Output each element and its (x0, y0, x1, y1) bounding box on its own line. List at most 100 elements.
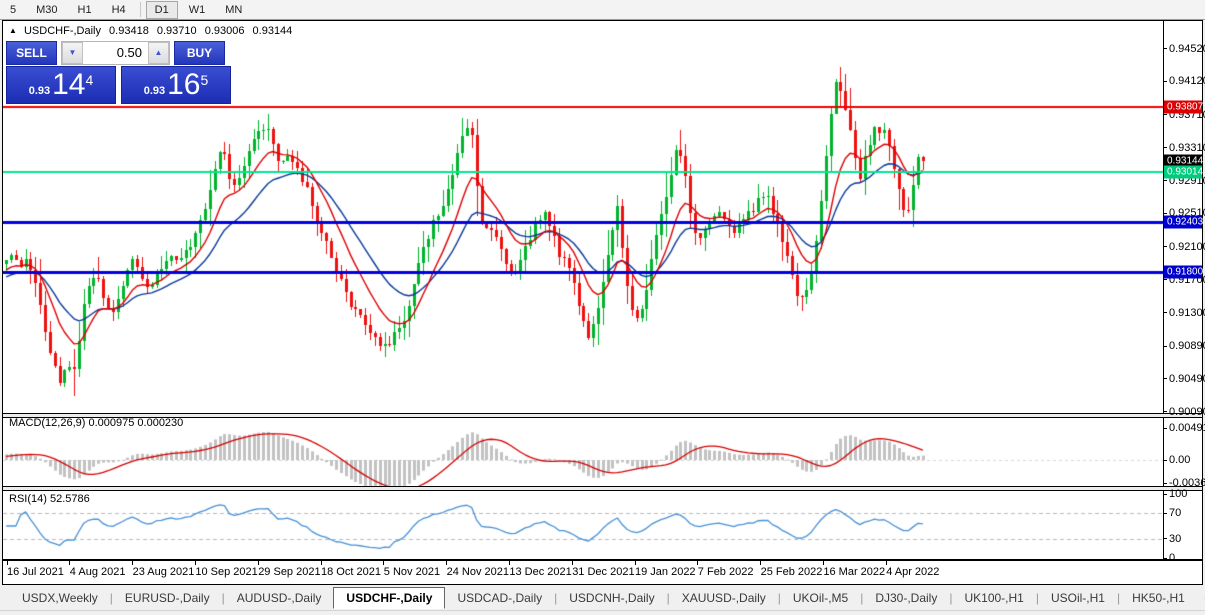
time-axis-label: 16 Mar 2022 (823, 566, 885, 578)
price-axis-tick (1163, 378, 1167, 379)
time-axis-label: 24 Nov 2021 (447, 566, 509, 578)
time-axis-label: 16 Jul 2021 (7, 566, 64, 578)
toolbar-separator (140, 2, 141, 17)
volume-decrease-button[interactable]: ▼ (62, 42, 83, 64)
macd-axis-label: 0.00 (1169, 454, 1190, 466)
price-axis-tick (1163, 81, 1167, 82)
chart-tab-dj30daily[interactable]: DJ30-,Daily (863, 588, 949, 608)
price-axis-tick (1163, 114, 1167, 115)
tab-scroll-left-button[interactable]: ◄ (1197, 590, 1205, 606)
time-axis-tick (321, 561, 322, 565)
buy-price-panel[interactable]: 0.93 16 5 (121, 66, 231, 104)
price-axis-tick (1163, 411, 1167, 412)
period-button-d1[interactable]: D1 (146, 1, 178, 19)
one-click-trading-panel: SELL ▼ 0.50 ▲ BUY 0.93 14 4 0.93 16 5 (6, 41, 231, 104)
panel-divider-rsi[interactable] (3, 486, 1202, 491)
chart-tab-hk50h1[interactable]: HK50-,H1 (1120, 588, 1197, 608)
rsi-axis-tick (1163, 494, 1167, 495)
price-axis-tick (1163, 213, 1167, 214)
period-button-w1[interactable]: W1 (180, 1, 215, 19)
macd-axis-label: 0.004913 (1169, 422, 1205, 434)
rsi-axis-label: 30 (1169, 533, 1181, 545)
time-axis-tick (132, 561, 133, 565)
time-axis-tick (195, 561, 196, 565)
period-button-5[interactable]: 5 (1, 1, 25, 19)
price-tag-0.93014: 0.93014 (1164, 166, 1202, 179)
chart-tab-audusddaily[interactable]: AUDUSD-,Daily (225, 588, 334, 608)
time-axis-label: 31 Dec 2021 (572, 566, 634, 578)
price-axis-tick (1163, 346, 1167, 347)
period-toolbar: 5M30H1H4 D1W1MN (0, 0, 1205, 20)
time-axis-label: 7 Feb 2022 (698, 566, 754, 578)
time-axis-label: 29 Sep 2021 (258, 566, 320, 578)
period-button-mn[interactable]: MN (216, 1, 251, 19)
sell-price-small: 0.93 (29, 85, 50, 97)
price-axis-label: 0.94520 (1169, 43, 1205, 55)
time-axis-tick (7, 561, 8, 565)
time-axis-label: 13 Dec 2021 (509, 566, 571, 578)
sell-button[interactable]: SELL (6, 41, 57, 65)
chart-title: USDCHF-,Daily (24, 25, 101, 37)
time-axis-tick (258, 561, 259, 565)
price-axis-label: 0.93310 (1169, 142, 1205, 154)
chart-tab-xauusddaily[interactable]: XAUUSD-,Daily (670, 588, 778, 608)
price-axis-tick (1163, 180, 1167, 181)
chart-tab-usdcnhdaily[interactable]: USDCNH-,Daily (557, 588, 666, 608)
rsi-axis-tick (1163, 558, 1167, 559)
time-axis-tick (760, 561, 761, 565)
price-axis-label: 0.90890 (1169, 340, 1205, 352)
collapse-panel-icon[interactable]: ▲ (9, 26, 17, 35)
time-axis-label: 5 Nov 2021 (384, 566, 440, 578)
buy-price-small: 0.93 (144, 85, 165, 97)
period-button-m30[interactable]: M30 (27, 1, 66, 19)
rsi-axis-label: 0 (1169, 552, 1175, 564)
chart-tab-ukoilm5[interactable]: UKOil-,M5 (781, 588, 860, 608)
chart-tab-usdcaddaily[interactable]: USDCAD-,Daily (445, 588, 554, 608)
chart-tab-usdchfdaily[interactable]: USDCHF-,Daily (333, 587, 445, 609)
macd-axis-tick (1163, 460, 1167, 461)
time-axis-tick (823, 561, 824, 565)
price-axis-label: 0.94120 (1169, 75, 1205, 87)
time-axis-label: 23 Aug 2021 (133, 566, 195, 578)
chart-tab-uk100h1[interactable]: UK100-,H1 (952, 588, 1035, 608)
time-axis-label: 10 Sep 2021 (195, 566, 257, 578)
chart-tab-usoilh1[interactable]: USOil-,H1 (1039, 588, 1117, 608)
sell-price-panel[interactable]: 0.93 14 4 (6, 66, 116, 104)
rsi-axis-label: 70 (1169, 507, 1181, 519)
macd-axis-tick (1163, 428, 1167, 429)
time-axis-label: 25 Feb 2022 (761, 566, 823, 578)
time-axis-label: 19 Jan 2022 (635, 566, 696, 578)
volume-increase-button[interactable]: ▲ (148, 42, 169, 64)
chart-header: ▲ USDCHF-,Daily 0.93418 0.93710 0.93006 … (9, 25, 292, 37)
chart-tab-eurusddaily[interactable]: EURUSD-,Daily (113, 588, 222, 608)
buy-price-big: 16 (167, 70, 200, 100)
buy-price-pip: 5 (201, 72, 209, 88)
price-axis-tick (1163, 279, 1167, 280)
ohlc-high: 0.93710 (157, 25, 197, 37)
price-axis-tick (1163, 48, 1167, 49)
ohlc-low: 0.93006 (205, 25, 245, 37)
price-axis-label: 0.90490 (1169, 373, 1205, 385)
sell-price-big: 14 (52, 70, 85, 100)
macd-indicator-title: MACD(12,26,9) 0.000975 0.000230 (9, 417, 183, 429)
chart-tab-usdxweekly[interactable]: USDX,Weekly (10, 588, 110, 608)
price-axis-label: 0.90090 (1169, 406, 1205, 418)
price-tag-0.92403: 0.92403 (1164, 216, 1202, 229)
buy-button[interactable]: BUY (174, 41, 225, 65)
chart-tabbar: USDX,Weekly|EURUSD-,Daily|AUDUSD-,DailyU… (0, 586, 1205, 611)
time-axis-tick (697, 561, 698, 565)
price-axis-label: 0.91300 (1169, 307, 1205, 319)
price-tag-0.91800: 0.91800 (1164, 265, 1202, 278)
time-axis-tick (635, 561, 636, 565)
time-axis-tick (509, 561, 510, 565)
period-button-h4[interactable]: H4 (103, 1, 135, 19)
period-button-h1[interactable]: H1 (69, 1, 101, 19)
macd-axis-tick (1163, 483, 1167, 484)
time-axis-tick (446, 561, 447, 565)
time-axis-border (3, 559, 1202, 561)
time-axis-tick (383, 561, 384, 565)
time-axis-tick (886, 561, 887, 565)
price-axis-label: 0.92100 (1169, 241, 1205, 253)
rsi-axis-tick (1163, 538, 1167, 539)
volume-input[interactable]: 0.50 (83, 42, 148, 64)
